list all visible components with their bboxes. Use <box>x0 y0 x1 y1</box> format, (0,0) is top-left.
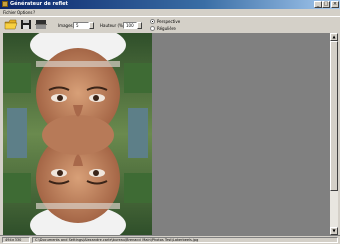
reguliere-label: Régulière <box>157 26 176 31</box>
images-label: Images: <box>58 23 74 28</box>
title-bar[interactable]: Générateur de reflet _ □ × <box>0 0 340 9</box>
folder-open-icon[interactable] <box>4 19 18 30</box>
perspective-radio[interactable] <box>150 19 155 24</box>
hauteur-label: Hauteur (%): <box>100 23 126 28</box>
minimize-button[interactable]: _ <box>314 1 322 8</box>
mirror-reflection-icon[interactable] <box>35 19 47 30</box>
hauteur-input[interactable]: 100 <box>123 22 137 29</box>
reflected-photo <box>3 33 152 235</box>
images-input[interactable]: 5 <box>73 22 89 29</box>
status-dimensions: 494×330 <box>2 237 30 243</box>
status-bar: 494×330 C:\Documents and Settings\Alexan… <box>0 235 340 244</box>
status-file-path: C:\Documents and Settings\Alexandre.carl… <box>32 237 338 243</box>
window-title: Générateur de reflet <box>10 1 68 7</box>
menu-help[interactable]: ? <box>33 10 35 15</box>
maximize-button[interactable]: □ <box>322 1 330 8</box>
image-canvas[interactable] <box>3 33 152 235</box>
hauteur-spinner[interactable] <box>137 22 142 29</box>
scroll-down-arrow-icon[interactable]: ▼ <box>330 227 338 235</box>
close-button[interactable]: × <box>331 1 339 8</box>
images-spinner[interactable] <box>89 22 94 29</box>
menu-fichier[interactable]: Fichier <box>3 10 16 15</box>
workspace-background <box>152 33 330 235</box>
menu-bar: Fichier Options ? <box>0 9 340 16</box>
perspective-label: Perspective <box>157 19 181 24</box>
scroll-up-arrow-icon[interactable]: ▲ <box>330 33 338 41</box>
floppy-disk-icon[interactable] <box>20 19 32 30</box>
scroll-thumb[interactable] <box>330 41 338 191</box>
app-icon <box>2 1 8 7</box>
toolbar: Images: 5 Hauteur (%): 100 Perspective R… <box>0 16 340 32</box>
menu-options[interactable]: Options <box>17 10 32 15</box>
vertical-scrollbar[interactable]: ▲ ▼ <box>330 33 338 235</box>
reguliere-radio[interactable] <box>150 26 155 31</box>
